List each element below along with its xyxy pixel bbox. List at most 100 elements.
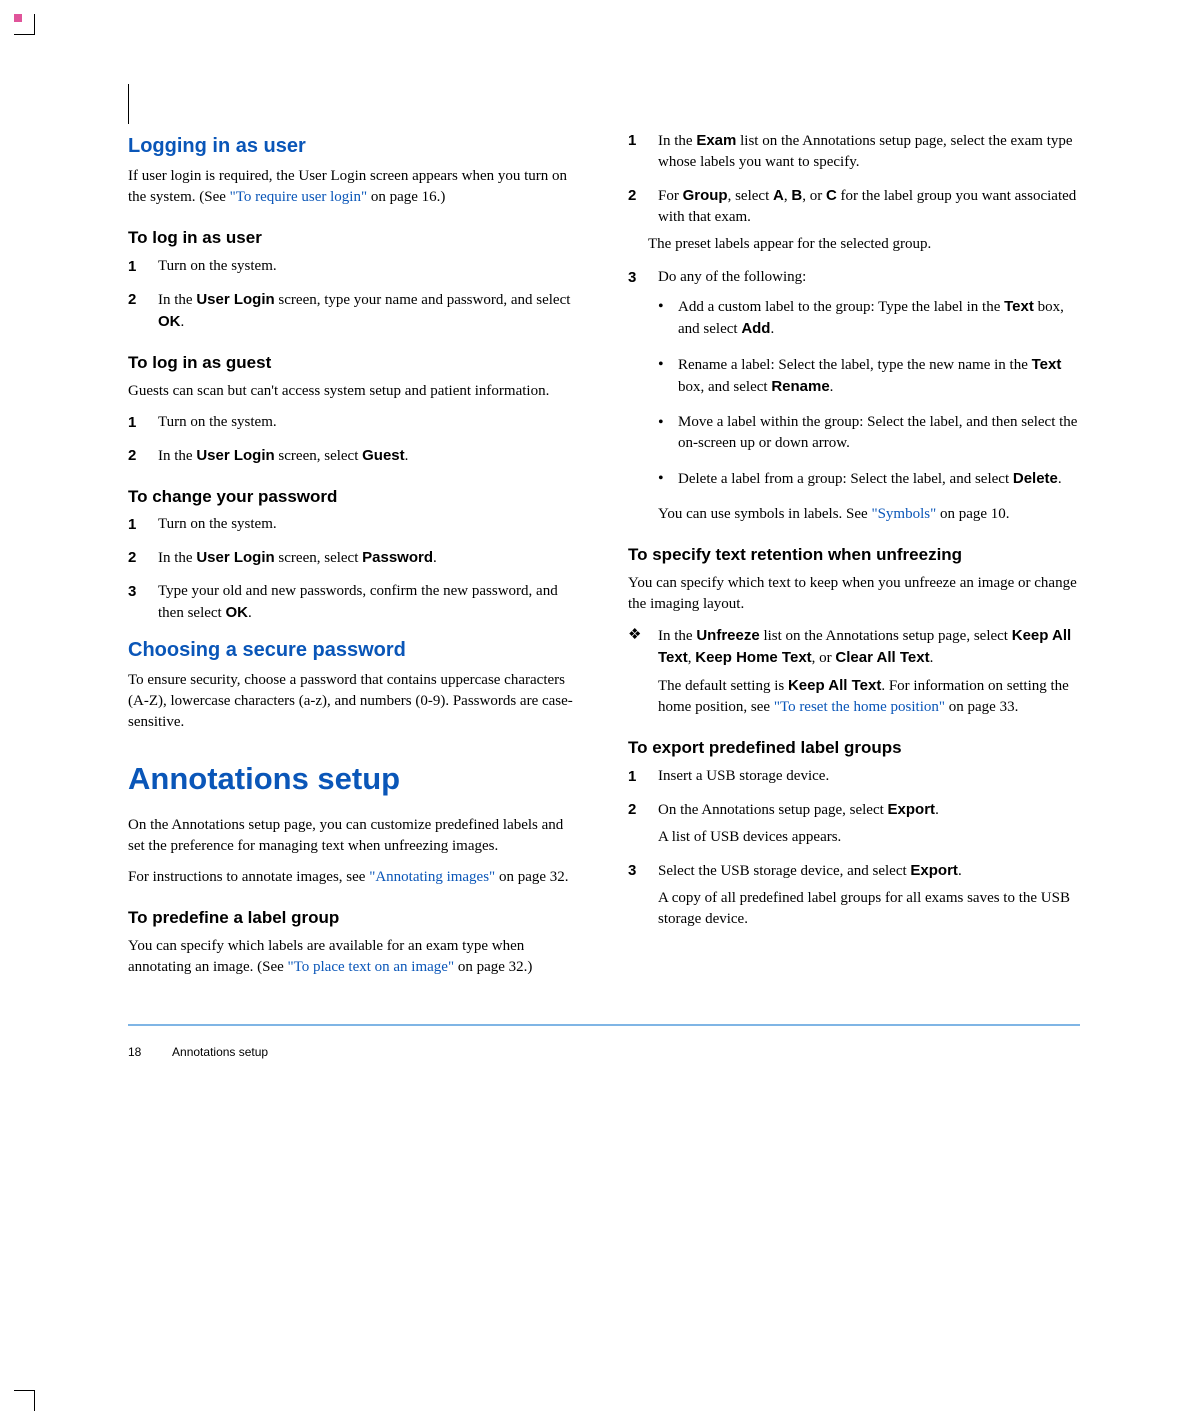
step-item: Turn on the system. bbox=[128, 412, 580, 433]
step-item: Do any of the following: Add a custom la… bbox=[628, 267, 1080, 525]
text: Select the USB storage device, and selec… bbox=[658, 863, 910, 879]
page-footer: 18 Annotations setup bbox=[128, 1044, 1080, 1061]
text: . bbox=[181, 314, 185, 330]
text: on page 16.) bbox=[367, 189, 445, 205]
text: on page 32.) bbox=[454, 959, 532, 975]
ui-term: Rename bbox=[771, 378, 829, 395]
left-column: Logging in as user If user login is requ… bbox=[128, 124, 580, 988]
bullet-item: Delete a label from a group: Select the … bbox=[658, 468, 1080, 490]
text: Turn on the system. bbox=[158, 258, 277, 274]
text: . bbox=[405, 448, 409, 464]
text: on page 10. bbox=[936, 506, 1009, 522]
ui-term: User Login bbox=[196, 447, 274, 464]
text: . bbox=[1058, 471, 1062, 487]
crop-mark-icon bbox=[128, 104, 129, 124]
text: For bbox=[658, 188, 683, 204]
text: , or bbox=[802, 188, 826, 204]
step-item: In the User Login screen, select Passwor… bbox=[128, 547, 580, 569]
ui-term: Unfreeze bbox=[696, 627, 759, 644]
guest-intro: Guests can scan but can't access system … bbox=[128, 381, 580, 402]
step-item: Select the USB storage device, and selec… bbox=[628, 860, 1080, 930]
heading-change-password: To change your password bbox=[128, 485, 580, 509]
text: In the bbox=[658, 133, 696, 149]
text: Turn on the system. bbox=[158, 516, 277, 532]
login-intro: If user login is required, the User Logi… bbox=[128, 166, 580, 208]
annot-intro-2: For instructions to annotate images, see… bbox=[128, 867, 580, 888]
ui-term: A bbox=[773, 187, 784, 204]
steps-predefine: In the Exam list on the Annotations setu… bbox=[628, 130, 1080, 525]
steps-log-in-guest: Turn on the system. In the User Login sc… bbox=[128, 412, 580, 467]
step-item: Turn on the system. bbox=[128, 256, 580, 277]
bullet-item: Rename a label: Select the label, type t… bbox=[658, 354, 1080, 398]
text: screen, select bbox=[275, 550, 362, 566]
text: Insert a USB storage device. bbox=[658, 768, 829, 784]
text: Do any of the following: bbox=[658, 269, 806, 285]
steps-change-password: Turn on the system. In the User Login sc… bbox=[128, 514, 580, 624]
text: . bbox=[770, 321, 774, 337]
text: list on the Annotations setup page, sele… bbox=[760, 628, 1012, 644]
link-symbols[interactable]: "Symbols" bbox=[871, 506, 936, 522]
text: On the Annotations setup page, select bbox=[658, 802, 888, 818]
text: on page 32. bbox=[495, 869, 568, 885]
step-item: Type your old and new passwords, confirm… bbox=[128, 581, 580, 624]
text: Type your old and new passwords, confirm… bbox=[158, 583, 558, 621]
link-place-text-on-image[interactable]: "To place text on an image" bbox=[288, 959, 455, 975]
ui-term: Clear All Text bbox=[835, 649, 929, 666]
ui-term: OK bbox=[225, 604, 248, 621]
crop-mark-icon bbox=[128, 84, 129, 104]
link-require-user-login[interactable]: "To require user login" bbox=[230, 189, 367, 205]
heading-logging-in: Logging in as user bbox=[128, 132, 580, 160]
text: , select bbox=[728, 188, 773, 204]
step-substep: A list of USB devices appears. bbox=[658, 827, 1080, 848]
ui-term: OK bbox=[158, 313, 181, 330]
step-substep: The preset labels appear for the selecte… bbox=[648, 234, 1080, 255]
text: , or bbox=[812, 650, 836, 666]
text: . bbox=[930, 650, 934, 666]
text: Rename a label: Select the label, type t… bbox=[678, 357, 1032, 373]
ui-term: Add bbox=[741, 320, 770, 337]
heading-log-in-user: To log in as user bbox=[128, 226, 580, 250]
ui-term: User Login bbox=[196, 549, 274, 566]
text: Delete a label from a group: Select the … bbox=[678, 471, 1013, 487]
ui-term: Export bbox=[910, 862, 958, 879]
retention-subtext: The default setting is Keep All Text. Fo… bbox=[658, 675, 1080, 718]
retention-intro: You can specify which text to keep when … bbox=[628, 573, 1080, 615]
ui-term: Group bbox=[683, 187, 728, 204]
ui-term: Text bbox=[1032, 356, 1062, 373]
step-item: In the User Login screen, select Guest. bbox=[128, 445, 580, 467]
steps-log-in-user: Turn on the system. In the User Login sc… bbox=[128, 256, 580, 333]
step-after-text: You can use symbols in labels. See "Symb… bbox=[658, 504, 1080, 525]
step-substep: A copy of all predefined label groups fo… bbox=[658, 888, 1080, 930]
heading-secure-password: Choosing a secure password bbox=[128, 636, 580, 664]
text: on page 33. bbox=[945, 699, 1018, 715]
bullet-list: Add a custom label to the group: Type th… bbox=[658, 296, 1080, 490]
bullet-item: Add a custom label to the group: Type th… bbox=[658, 296, 1080, 340]
page-number: 18 bbox=[128, 1045, 141, 1059]
ui-term: Export bbox=[888, 801, 936, 818]
secure-password-text: To ensure security, choose a password th… bbox=[128, 670, 580, 733]
text: . bbox=[935, 802, 939, 818]
text: In the bbox=[158, 550, 196, 566]
ui-term: Keep All Text bbox=[788, 677, 881, 694]
heading-predefine-label-group: To predefine a label group bbox=[128, 906, 580, 930]
step-item: On the Annotations setup page, select Ex… bbox=[628, 799, 1080, 848]
text: In the bbox=[158, 448, 196, 464]
text: box, and select bbox=[678, 379, 771, 395]
text: . bbox=[830, 379, 834, 395]
steps-export: Insert a USB storage device. On the Anno… bbox=[628, 766, 1080, 930]
footer-section-title: Annotations setup bbox=[172, 1045, 268, 1059]
ui-term: Password bbox=[362, 549, 433, 566]
link-reset-home-position[interactable]: "To reset the home position" bbox=[774, 699, 945, 715]
step-item: In the User Login screen, type your name… bbox=[128, 289, 580, 333]
text: The default setting is bbox=[658, 678, 788, 694]
text: . bbox=[433, 550, 437, 566]
text: In the bbox=[158, 292, 196, 308]
step-item: For Group, select A, B, or C for the lab… bbox=[628, 185, 1080, 255]
step-item: In the Exam list on the Annotations setu… bbox=[628, 130, 1080, 173]
document-page: Logging in as user If user login is requ… bbox=[0, 0, 1200, 1425]
ui-term: Text bbox=[1004, 298, 1034, 315]
text: . bbox=[248, 605, 252, 621]
step-item: Turn on the system. bbox=[128, 514, 580, 535]
link-annotating-images[interactable]: "Annotating images" bbox=[369, 869, 495, 885]
ui-term: Exam bbox=[696, 132, 736, 149]
